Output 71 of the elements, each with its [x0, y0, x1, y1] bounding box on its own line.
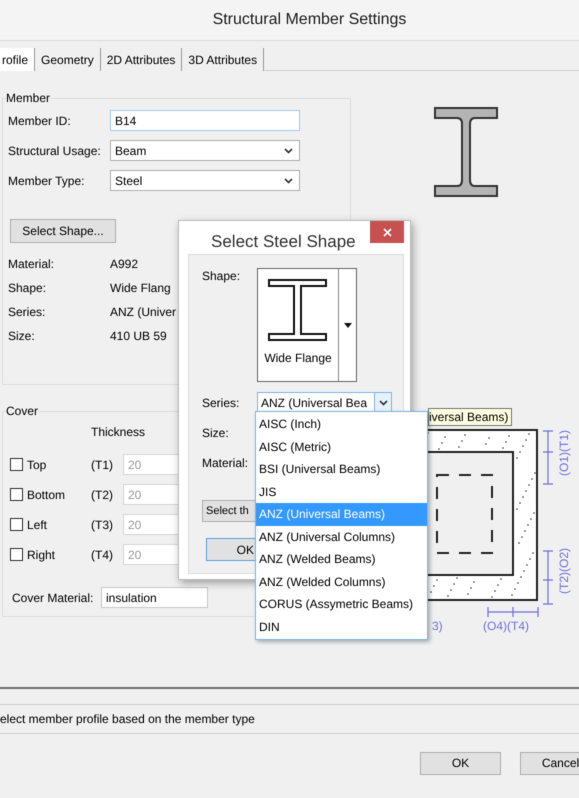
thickness-code: (T3): [91, 516, 114, 534]
dimension-label: 3): [432, 618, 443, 635]
property-label: Shape:: [8, 280, 48, 297]
thickness-code: (T4): [91, 546, 114, 564]
series-option[interactable]: ANZ (Universal Columns): [256, 526, 427, 548]
dialog-button[interactable]: OK: [420, 752, 501, 774]
dropdown-arrow-icon: [344, 322, 352, 328]
chevron-down-icon: [378, 400, 388, 406]
i-beam-icon: [434, 107, 498, 197]
select-shape-button[interactable]: Select Shape...: [10, 219, 116, 243]
chevron-down-icon: [284, 178, 293, 184]
dialog-title: Select Steel Shape: [210, 231, 357, 253]
series-option[interactable]: CORUS (Assymetric Beams): [256, 593, 427, 616]
property-label: Size:: [8, 328, 36, 345]
tab[interactable]: Geometry: [35, 48, 101, 71]
field-label: Member ID:: [8, 112, 72, 130]
input-field[interactable]: insulation: [101, 587, 208, 608]
field-label: Material:: [202, 454, 248, 472]
thickness-code: (T2): [91, 486, 114, 504]
property-value: A992: [110, 256, 138, 273]
select-button[interactable]: Select th: [202, 500, 257, 522]
field-label: Series:: [201, 394, 240, 412]
series-option[interactable]: AISC (Inch): [256, 413, 427, 436]
series-option[interactable]: ANZ (Welded Beams): [256, 548, 427, 570]
series-option[interactable]: JIS: [256, 480, 427, 503]
dropdown-field[interactable]: Steel: [110, 170, 300, 191]
field-label: Shape:: [201, 268, 242, 285]
dimension-line: [542, 550, 554, 605]
dimension-label: (O4)(T4): [483, 618, 529, 635]
field-label: Cover Material:: [11, 590, 94, 606]
group-label: Cover: [6, 403, 38, 420]
close-icon: [382, 228, 392, 236]
series-option[interactable]: DIN: [256, 616, 427, 638]
dialog-button[interactable]: Cancel: [520, 752, 579, 774]
dimension-label: (T2)(O2): [557, 548, 571, 594]
field-label: Member Type:: [8, 172, 86, 190]
tab[interactable]: 3D Attributes: [182, 48, 264, 71]
shape-name: Wide Flange: [264, 350, 332, 367]
property-label: Material:: [8, 256, 56, 273]
status-text: elect member profile based on the member type: [0, 711, 255, 728]
tooltip: iversal Beams): [428, 408, 512, 426]
dimension-line: [542, 430, 554, 485]
dimension-line: [487, 606, 539, 618]
tab[interactable]: 2D Attributes: [100, 48, 182, 71]
dimension-label: (O1)(T1): [557, 430, 571, 476]
series-option[interactable]: BSI (Universal Beams): [256, 458, 427, 480]
tab[interactable]: rofile: [0, 48, 36, 71]
property-value: 410 UB 59: [110, 328, 167, 345]
group-label: Member: [6, 90, 50, 107]
property-value: ANZ (Univer: [110, 304, 176, 321]
series-option[interactable]: ANZ (Welded Columns): [256, 570, 427, 593]
series-dropdown[interactable]: ANZ (Universal Bea: [257, 392, 392, 413]
field-label: Size:: [202, 424, 229, 442]
window-title: Structural Member Settings: [212, 10, 406, 30]
i-beam-icon: [268, 279, 328, 341]
dropdown-field[interactable]: Beam: [110, 140, 300, 161]
field-label: Structural Usage:: [8, 142, 102, 160]
series-option[interactable]: AISC (Metric): [256, 436, 427, 458]
checkbox-label: Bottom: [26, 486, 66, 504]
checkbox-label: Left: [26, 516, 48, 534]
column-header: Thickness: [91, 424, 146, 441]
property-label: Series:: [8, 304, 46, 321]
input-field[interactable]: B14: [110, 110, 300, 131]
property-value: Wide Flang: [110, 280, 171, 297]
ok-button[interactable]: OK: [206, 538, 257, 561]
checkbox-label: Top: [26, 456, 48, 474]
thickness-code: (T1): [91, 456, 114, 474]
close-button[interactable]: [370, 221, 404, 243]
chevron-down-icon: [284, 148, 293, 154]
checkbox-label: Right: [26, 546, 56, 564]
shape-picker[interactable]: Wide Flange: [257, 268, 357, 382]
